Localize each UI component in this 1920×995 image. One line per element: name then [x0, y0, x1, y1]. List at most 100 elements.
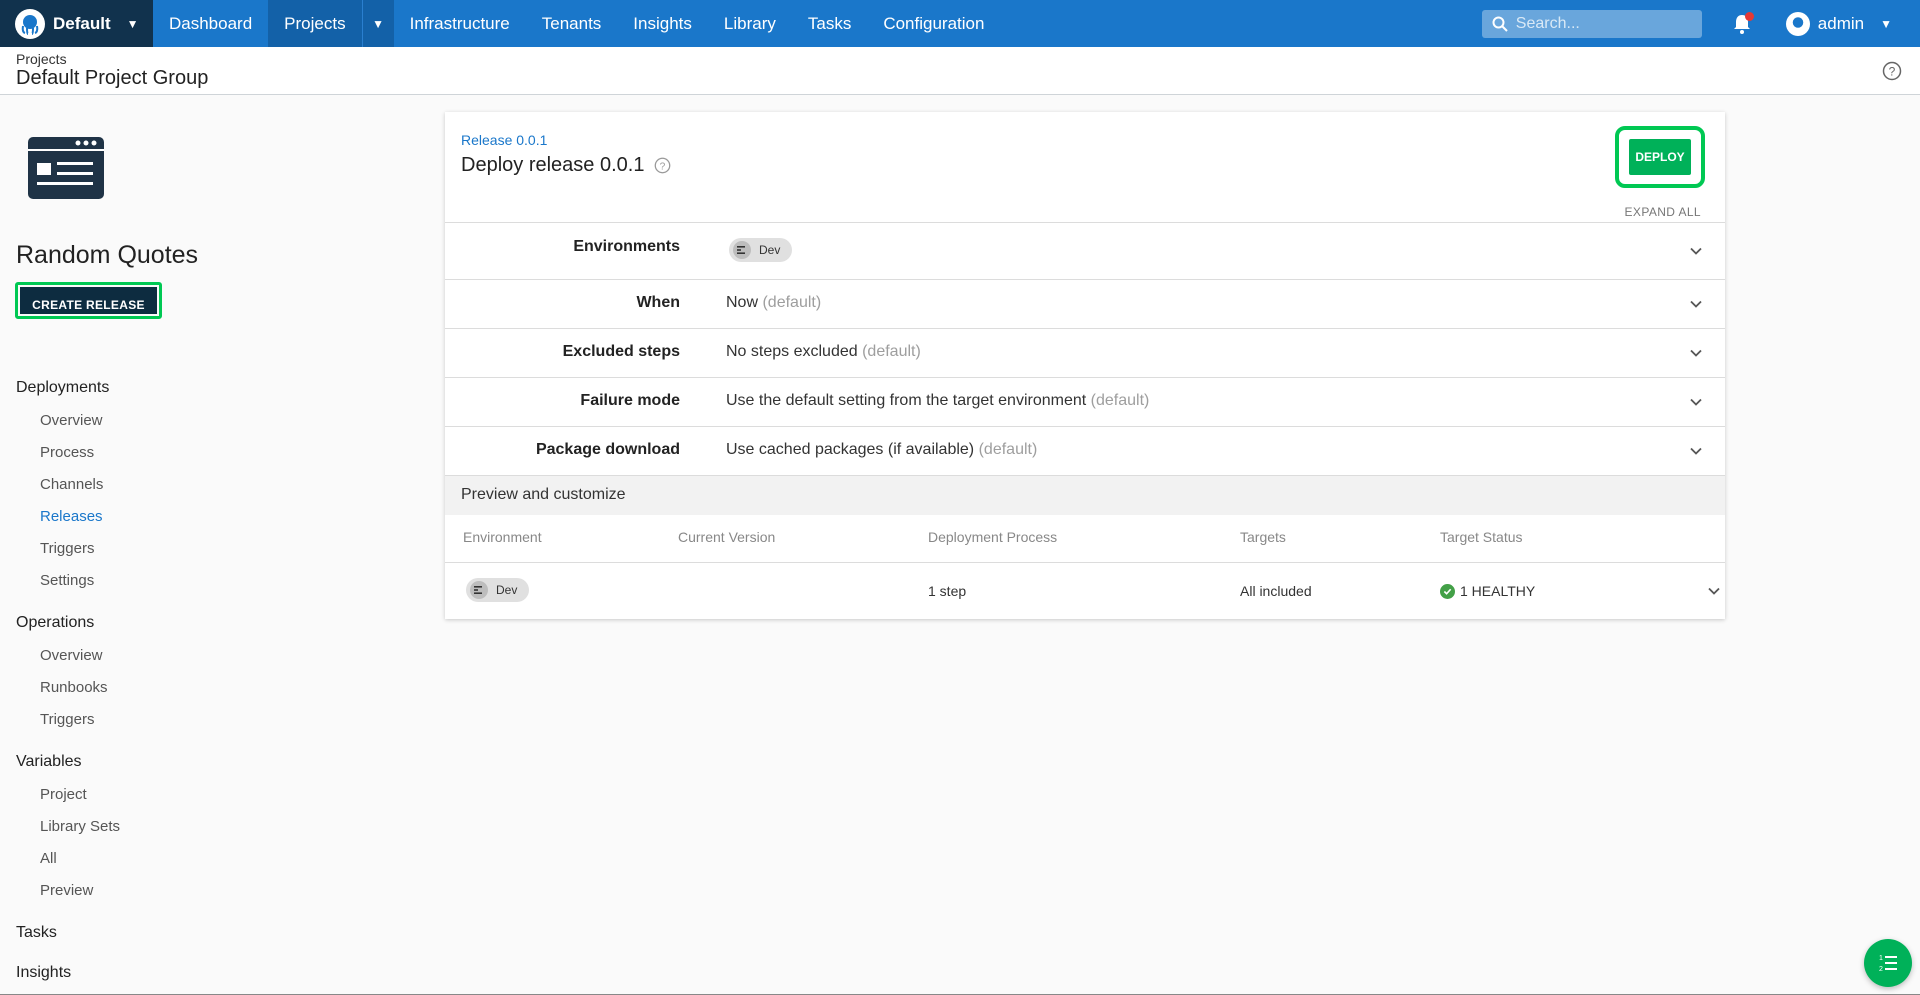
sidenav-deployments-releases[interactable]: Releases [16, 509, 120, 541]
chevron-down-icon [1690, 349, 1702, 357]
environment-chip: Dev [466, 578, 530, 602]
row-label: Excluded steps [562, 343, 680, 360]
help-icon[interactable]: ? [654, 157, 671, 174]
expand-all-button[interactable]: EXPAND ALL [1625, 205, 1701, 219]
sidenav-variables-library-sets[interactable]: Library Sets [16, 819, 120, 851]
row-when[interactable]: When Now (default) [445, 279, 1725, 328]
environment-chip-label: Dev [759, 243, 781, 257]
octopus-logo-icon [15, 8, 45, 39]
sidenav-group-tasks[interactable]: Tasks [16, 923, 120, 963]
deploy-button[interactable]: DEPLOY [1629, 139, 1691, 175]
table-cell-environment: Dev [466, 578, 530, 602]
nav-tenants[interactable]: Tenants [526, 0, 618, 47]
nav-library[interactable]: Library [708, 0, 792, 47]
notification-badge [1744, 11, 1754, 21]
svg-text:1: 1 [1879, 955, 1883, 962]
nav-projects[interactable]: Projects [268, 0, 362, 47]
space-switcher[interactable]: Default ▼ [0, 0, 153, 47]
create-release-button[interactable]: CREATE RELEASE [20, 287, 157, 314]
avatar [1785, 11, 1810, 36]
search-input[interactable] [1515, 14, 1686, 33]
environment-icon [470, 581, 488, 599]
nav-insights[interactable]: Insights [617, 0, 708, 47]
project-sidenav: Deployments Overview Process Channels Re… [16, 378, 120, 995]
sidenav-group-deployments[interactable]: Deployments [16, 378, 120, 413]
row-failure-mode[interactable]: Failure mode Use the default setting fro… [445, 377, 1725, 426]
row-label: When [636, 294, 680, 311]
user-icon [1792, 16, 1804, 28]
deploy-release-card: Release 0.0.1 Deploy release 0.0.1 ? DEP… [445, 112, 1725, 619]
row-label: Environments [573, 238, 680, 255]
nav-infrastructure[interactable]: Infrastructure [394, 0, 526, 47]
column-header-environment: Environment [463, 529, 542, 545]
sidenav-operations-overview[interactable]: Overview [16, 648, 120, 680]
row-expand-chevron-icon[interactable] [1707, 584, 1721, 598]
row-label: Package download [535, 441, 680, 458]
create-release-highlight: CREATE RELEASE [15, 282, 162, 319]
row-value: Now (default) [726, 294, 821, 312]
target-status-text: 1 HEALTHY [1460, 583, 1536, 599]
breadcrumb[interactable]: Projects [16, 51, 67, 67]
top-nav: Default ▼ Dashboard Projects ▼ Infrastru… [0, 0, 1920, 47]
environment-icon [733, 241, 751, 259]
user-menu[interactable]: admin ▼ [1785, 11, 1892, 36]
table-cell-target-status: 1 HEALTHY [1440, 583, 1535, 599]
row-environments[interactable]: Environments Dev [445, 222, 1725, 279]
sidenav-group-operations[interactable]: Operations [16, 613, 120, 648]
table-cell-process: 1 step [928, 583, 967, 599]
sidenav-group-variables[interactable]: Variables [16, 752, 120, 787]
column-header-target-status: Target Status [1440, 529, 1523, 545]
nav-dashboard[interactable]: Dashboard [153, 0, 268, 47]
chevron-down-icon [1690, 247, 1702, 255]
task-list-fab[interactable]: 1 2 [1864, 939, 1912, 987]
help-icon[interactable]: ? [1882, 61, 1902, 81]
nav-right: admin ▼ [1481, 0, 1920, 47]
table-divider [445, 562, 1725, 563]
user-name: admin [1817, 13, 1865, 33]
row-value: No steps excluded (default) [726, 343, 921, 361]
chevron-down-icon: ▼ [372, 16, 385, 31]
sidenav-variables-all[interactable]: All [16, 851, 120, 883]
card-title: Deploy release 0.0.1 ? [461, 154, 671, 177]
project-name: Random Quotes [16, 241, 199, 269]
chevron-down-icon [1690, 398, 1702, 406]
row-default-text: (default) [978, 441, 1038, 458]
sidenav-group-insights[interactable]: Insights [16, 963, 120, 995]
column-header-deployment-process: Deployment Process [928, 529, 1058, 545]
row-package-download[interactable]: Package download Use cached packages (if… [445, 426, 1725, 475]
chevron-down-icon: ▼ [126, 16, 139, 31]
projects-dropdown-toggle[interactable]: ▼ [361, 0, 394, 47]
release-link[interactable]: Release 0.0.1 [461, 132, 547, 148]
row-default-text: (default) [1090, 392, 1150, 409]
nav-tasks[interactable]: Tasks [792, 0, 867, 47]
sidenav-operations-runbooks[interactable]: Runbooks [16, 680, 120, 712]
sidenav-deployments-triggers[interactable]: Triggers [16, 541, 120, 573]
chevron-down-icon [1690, 447, 1702, 455]
search-icon [1492, 16, 1508, 32]
search-box[interactable] [1481, 9, 1702, 38]
nav-configuration[interactable]: Configuration [867, 0, 1000, 47]
numbered-list-icon: 1 2 [1879, 955, 1897, 973]
sidenav-deployments-process[interactable]: Process [16, 445, 120, 477]
sidenav-variables-preview[interactable]: Preview [16, 883, 120, 923]
row-label: Failure mode [580, 392, 680, 409]
row-value-text: Use the default setting from the target … [726, 392, 1087, 409]
column-header-current-version: Current Version [678, 529, 776, 545]
deploy-release-title: Deploy release 0.0.1 [461, 154, 645, 176]
notifications-button[interactable] [1730, 11, 1754, 36]
sidenav-deployments-channels[interactable]: Channels [16, 477, 120, 509]
row-excluded-steps[interactable]: Excluded steps No steps excluded (defaul… [445, 328, 1725, 377]
sidenav-operations-triggers[interactable]: Triggers [16, 712, 120, 752]
environment-chip: Dev [729, 238, 793, 262]
preview-title: Preview and customize [461, 486, 626, 503]
column-header-targets: Targets [1240, 529, 1286, 545]
sidenav-deployments-overview[interactable]: Overview [16, 413, 120, 445]
chevron-down-icon [1690, 300, 1702, 308]
table-cell-targets: All included [1240, 583, 1312, 599]
row-value-text: Use cached packages (if available) [726, 441, 975, 458]
sidenav-variables-project[interactable]: Project [16, 787, 120, 819]
sidenav-deployments-settings[interactable]: Settings [16, 573, 120, 613]
svg-text:?: ? [1889, 65, 1896, 79]
row-value: Dev [729, 238, 793, 262]
space-name: Default [53, 13, 111, 33]
